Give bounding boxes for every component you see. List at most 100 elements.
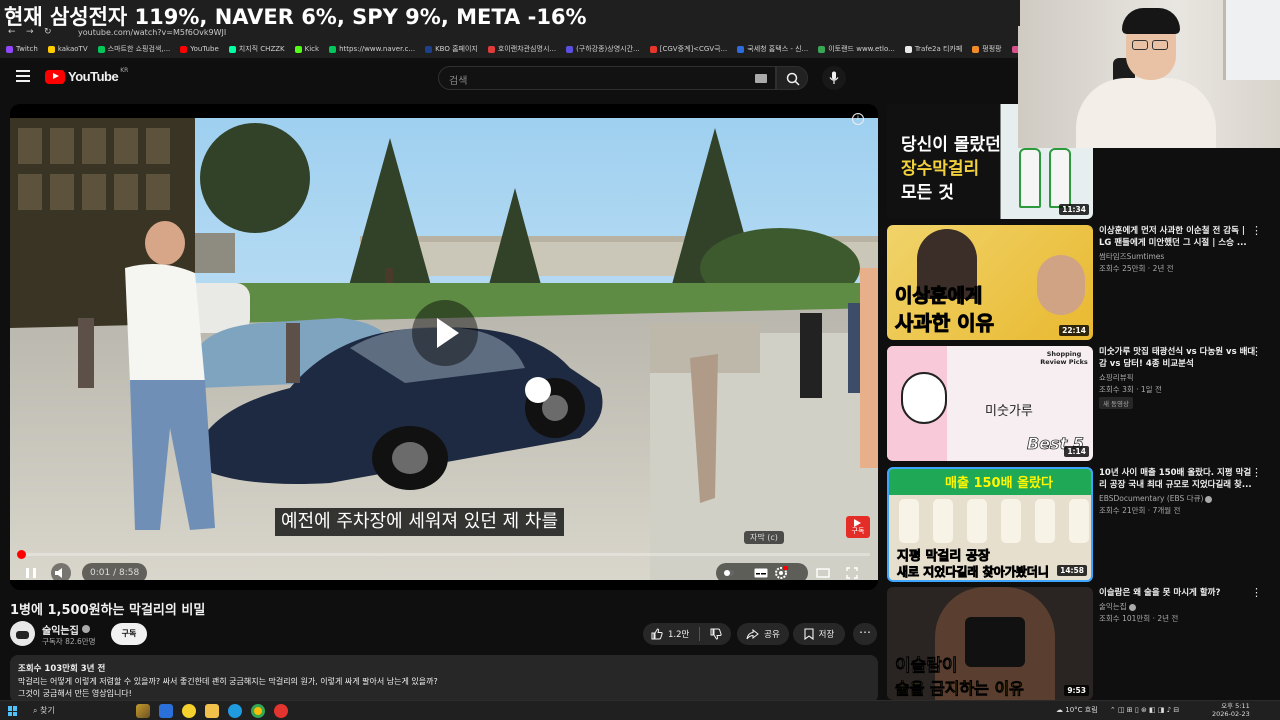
share-button[interactable]: 공유 [737,623,789,645]
like-button[interactable]: 1.2만 [643,623,699,645]
thumbnail-text: 이상훈에게 [894,285,983,308]
bookmark-item[interactable]: Kick [294,45,319,53]
recommendation-title[interactable]: 10년 사이 매출 150배 올랐다. 지평 막걸리 공장 국내 최대 규모로 … [1099,467,1259,491]
settings-gear-icon[interactable] [774,566,788,580]
thumbnail-text: 모든 것 [901,183,954,203]
bookmark-favicon-icon [180,45,188,53]
edge-icon[interactable] [228,704,242,718]
bookmark-label: Twitch [16,45,38,53]
bookmark-item[interactable]: (구하강종)상영시간... [566,44,640,54]
search-placeholder: 검색 [449,76,468,87]
save-button[interactable]: 저장 [793,623,845,645]
taskbar-apps [136,704,288,718]
recommendation-channel[interactable]: 썸타임즈Sumtimes [1099,251,1164,262]
bookmark-item[interactable]: 스마트한 쇼핑검색,... [97,44,170,54]
search-button[interactable] [776,66,808,90]
bookmark-favicon-icon [972,45,980,53]
recommendation-channel[interactable]: 술익는집 [1099,601,1136,612]
subtitles-icon[interactable] [754,568,768,578]
recommendation-thumbnail[interactable]: 매출 150배 올랐다 지평 막걸리 공장 새로 지었다길래 찾아가봤더니 14… [887,467,1093,582]
windows-start-icon[interactable] [8,706,18,716]
tray-icons[interactable]: ⌃ ◫ ⊞ ▯ ⊛ ◧ ◨ ♪ ⊟ [1110,706,1179,714]
menu-icon[interactable] [16,70,30,82]
recommendation-channel[interactable]: EBSDocumentary (EBS 다큐) [1099,493,1213,504]
app-icon[interactable] [182,704,196,718]
dislike-button[interactable] [700,623,731,645]
bookmark-favicon-icon [737,45,745,53]
search-icon [786,72,800,86]
subscribe-watermark[interactable]: 구독 [846,516,870,538]
more-options-icon[interactable]: ⋮ [1251,346,1262,357]
bookmark-item[interactable]: KBO 홈페이지 [425,44,478,54]
bookmark-favicon-icon [47,45,55,53]
more-actions-icon[interactable]: ⋯ [853,623,877,645]
search-input[interactable]: 검색 [438,66,776,90]
theater-mode-icon[interactable] [816,563,830,583]
bookmark-item[interactable]: 국세청 홈택스 - 신... [737,44,808,54]
autoplay-toggle-icon[interactable] [724,568,734,578]
weather-icon[interactable]: ☁ [1056,706,1063,714]
subscribe-button[interactable]: 구독 [111,623,147,645]
record-app-icon[interactable] [274,704,288,718]
bookmark-item[interactable]: https://www.naver.c... [329,45,415,53]
bookmark-item[interactable]: [CGV중계]<CGV극... [649,44,727,54]
bookmark-item[interactable]: Trafe2a 티카페 [904,44,962,54]
recommendation-title[interactable]: 이상훈에게 먼저 사과한 이순철 전 감독 | LG 팬들에게 미안했던 그 시… [1099,225,1259,249]
clock-date: 2026-02-23 [1212,710,1250,718]
app-icon[interactable] [159,704,173,718]
bookmark-item[interactable]: 이토랜드 www.etlo... [818,44,895,54]
voice-search-button[interactable] [822,66,846,90]
progress-bar[interactable] [17,550,870,559]
thumbs-up-icon [651,628,663,640]
pause-icon[interactable] [22,563,40,583]
bookmark-item[interactable]: 치지직 CHZZK [228,44,285,54]
description-box[interactable]: 조회수 103만회 3년 전 막걸리는 어떻게 이렇게 저렴할 수 있을까? 싸… [10,655,878,703]
clock-time: 오후 5:11 [1221,702,1250,710]
recommendation-thumbnail[interactable]: Shopping Review Picks 미숫가루 Best 5 1:14 [887,346,1093,461]
bookmark-favicon-icon [818,45,826,53]
youtube-logo-text: YouTube [68,69,119,84]
file-explorer-icon[interactable] [205,704,219,718]
recommendation-thumbnail[interactable]: 이슬람이 술을 금지하는 이유 9:53 [887,587,1093,700]
bookmark-label: YouTube [190,45,219,53]
subscriber-count: 구독자 82.6만명 [42,637,96,646]
taskbar-search[interactable]: ⌕ 찾기 [33,705,55,716]
recommendation-title[interactable]: 미숫가루 맛집 태광선식 vs 다농원 vs 배대감 vs 담터! 4종 비교분… [1099,346,1259,370]
bookmark-favicon-icon [228,45,236,53]
bookmark-item[interactable]: YouTube [180,45,219,53]
bookmark-favicon-icon [566,45,574,53]
bookmark-item[interactable]: 호이랜챠관심명시... [487,44,556,54]
more-options-icon[interactable]: ⋮ [1251,225,1262,236]
chrome-icon[interactable] [251,704,265,718]
recommendation-item[interactable]: 이슬람이 술을 금지하는 이유 9:53 이슬람은 왜 술을 못 마시게 할까?… [887,587,1277,700]
fullscreen-icon[interactable] [845,563,859,583]
recommendation-item[interactable]: 이상훈에게 사과한 이유 22:14 이상훈에게 먼저 사과한 이순철 전 감독… [887,225,1277,340]
like-count: 1.2만 [668,630,690,640]
bookmark-item[interactable]: Twitch [6,45,38,53]
recommendation-channel[interactable]: 쇼핑리뷰픽 [1099,372,1134,383]
more-options-icon[interactable]: ⋮ [1251,587,1262,598]
recommendation-title[interactable]: 이슬람은 왜 술을 못 마시게 할까? [1099,587,1259,599]
system-clock[interactable]: 오후 5:11 2026-02-23 [1212,702,1250,718]
video-subtitle: 예전에 주차장에 세워져 있던 제 차를 [275,508,565,536]
recommendation-item[interactable]: Shopping Review Picks 미숫가루 Best 5 1:14 미… [887,346,1277,461]
widgets-icon[interactable] [136,704,150,718]
recommendation-meta: 조회수 3회 · 1일 전 [1099,385,1162,394]
bookmark-item[interactable]: 펑펑팡 [972,44,1002,54]
more-options-icon[interactable]: ⋮ [1251,467,1262,478]
channel-name[interactable]: 술익는집 [42,622,79,637]
youtube-logo[interactable]: YouTube KR [45,67,128,84]
player-controls-right [716,563,808,583]
recommendation-thumbnail[interactable]: 이상훈에게 사과한 이유 22:14 [887,225,1093,340]
info-icon[interactable]: i [852,113,864,125]
thumbnail-text: 매출 150배 올랐다 [945,476,1053,491]
video-duration: 11:34 [1059,204,1089,215]
channel-avatar[interactable] [10,621,35,646]
verified-icon [1128,603,1136,611]
keyboard-icon[interactable] [755,74,767,83]
bookmark-item[interactable]: kakaoTV [47,45,88,53]
center-play-button[interactable] [412,300,478,366]
recommendation-item[interactable]: 매출 150배 올랐다 지평 막걸리 공장 새로 지었다길래 찾아가봤더니 14… [887,467,1277,582]
bookmarks-bar: Twitch kakaoTV 스마트한 쇼핑검색,... YouTube 치지직 CHZ… [0,40,1020,58]
volume-icon[interactable] [50,563,72,583]
